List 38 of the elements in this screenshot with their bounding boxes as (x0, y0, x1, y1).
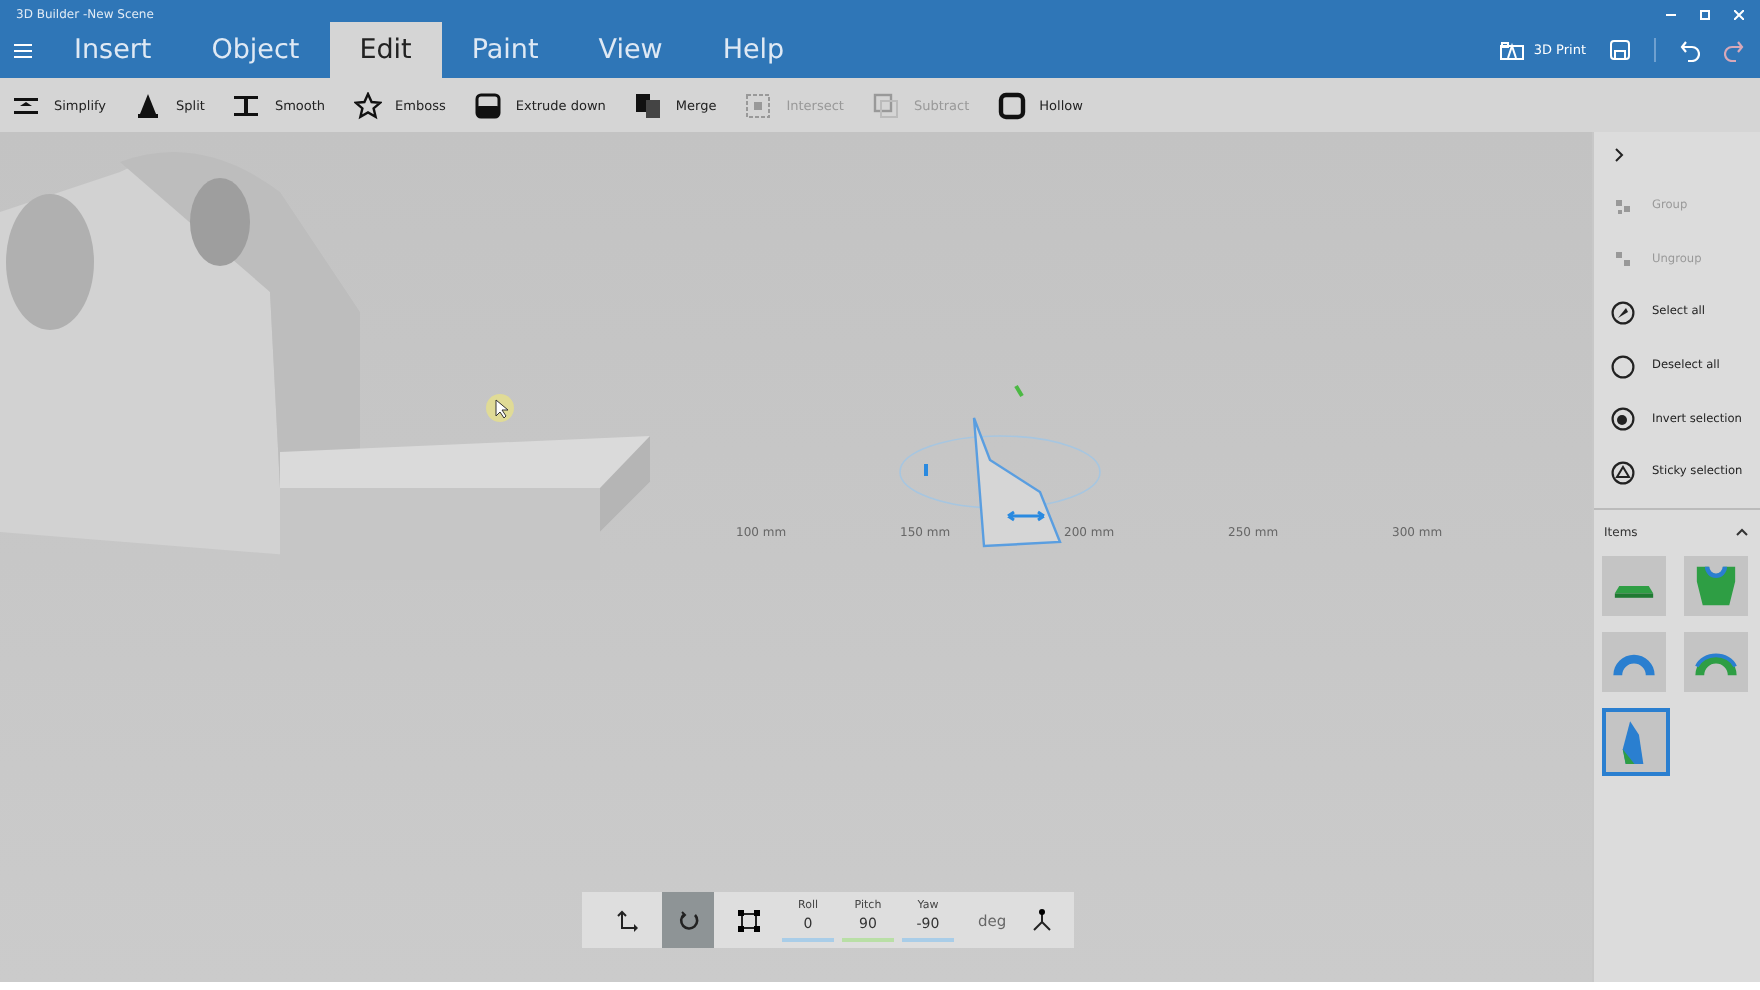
menu-tab[interactable]: Paint (441, 22, 569, 78)
save-icon[interactable] (1610, 40, 1630, 60)
invert-icon (1610, 406, 1636, 433)
sticky-icon (1610, 459, 1636, 486)
intersect-icon (744, 91, 773, 119)
item-thumbnail[interactable] (1602, 707, 1670, 776)
move-icon (616, 908, 640, 932)
item-thumbnail[interactable] (1602, 555, 1666, 616)
item-thumbnail[interactable] (1684, 555, 1748, 616)
chevron-icon[interactable] (1614, 148, 1624, 162)
item-thumbnail[interactable] (1602, 631, 1666, 692)
menu-tab[interactable]: Insert (44, 22, 182, 78)
extrude-icon (473, 91, 502, 119)
item-thumbnail[interactable] (1684, 631, 1748, 692)
rotate-mode-button[interactable] (662, 892, 714, 948)
menu-tab[interactable]: Help (692, 22, 815, 78)
selected-part-drawing (972, 416, 1062, 548)
menu-tab[interactable]: Edit (329, 22, 442, 78)
circle-icon (1610, 353, 1636, 380)
select-all-icon (1610, 299, 1636, 326)
menu-icon[interactable] (13, 43, 31, 57)
star-icon (353, 91, 382, 119)
collapse-icon[interactable] (1736, 528, 1748, 537)
printer-icon (1499, 41, 1524, 59)
rotate-icon (677, 909, 699, 931)
close-icon[interactable] (1734, 10, 1744, 20)
subtract-icon (871, 91, 900, 119)
smooth-icon (232, 91, 261, 119)
undo-icon[interactable] (1680, 39, 1700, 61)
cursor-icon (486, 394, 514, 422)
menu-tab[interactable]: View (568, 22, 693, 78)
restore-icon[interactable] (1700, 10, 1710, 20)
square-icon (997, 91, 1026, 119)
drop-to-floor-icon[interactable] (1030, 908, 1055, 932)
scale-icon (737, 909, 759, 931)
merge-icon (633, 91, 662, 119)
split-icon (134, 91, 163, 119)
menu-tab[interactable]: Object (181, 22, 330, 78)
